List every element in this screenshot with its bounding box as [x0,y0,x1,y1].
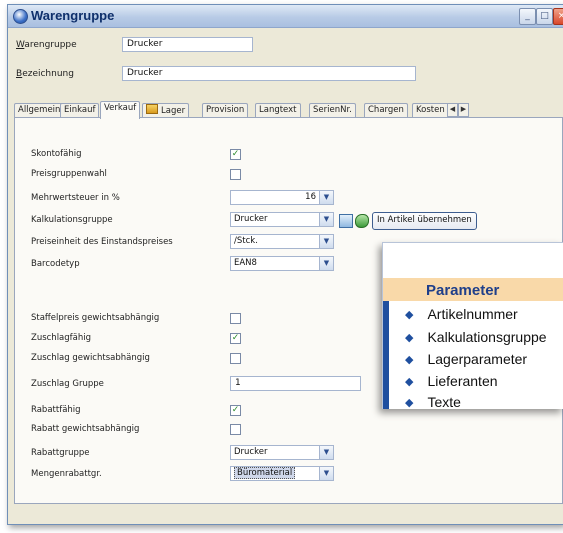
apply-to-articles-button[interactable]: In Artikel übernehmen [372,212,477,230]
diamond-bullet-icon: ◆ [405,397,414,409]
chevron-down-icon[interactable]: ▼ [319,257,333,270]
rabattfaehig-label: Rabattfähig [31,405,81,415]
warengruppe-label: Warengruppe [16,40,77,50]
tab-einkauf[interactable]: Einkauf [60,103,100,118]
list-item: ◆ Texte [405,394,461,409]
callout-edge [383,301,389,409]
list-item: ◆ Artikelnummer [405,306,518,322]
mwst-label: Mehrwertsteuer in % [31,193,120,203]
list-item: ◆ Lieferanten [405,373,498,389]
staffelpreis-label: Staffelpreis gewichtsabhängig [31,313,160,323]
zuschlag-gewicht-checkbox[interactable] [230,353,241,364]
tab-bar: Allgemein Einkauf Verkauf Lager Provisio… [14,101,563,119]
chevron-down-icon[interactable]: ▼ [319,467,333,480]
diamond-bullet-icon: ◆ [405,309,414,321]
tab-scroll-left-icon[interactable]: ◀ [447,103,458,117]
bezeichnung-input[interactable]: Drucker [122,66,416,81]
callout-title: Parameter [426,282,500,299]
chevron-down-icon[interactable]: ▼ [319,191,333,204]
minimize-button[interactable]: _ [519,8,536,25]
kalkulationsgruppe-select[interactable]: Drucker ▼ [230,212,334,227]
tab-langtext[interactable]: Langtext [255,103,301,118]
window-title: Warengruppe [31,8,115,23]
rabatt-gewicht-checkbox[interactable] [230,424,241,435]
bezeichnung-label: Bezeichnung [16,69,74,79]
tab-lager[interactable]: Lager [142,103,190,118]
rabatt-gewicht-label: Rabatt gewichtsabhängig [31,424,140,434]
rabattgruppe-label: Rabattgruppe [31,448,90,458]
mengenrabatt-label: Mengenrabattgr. [31,469,102,479]
app-icon [13,9,28,24]
zuschlag-gruppe-input[interactable]: 1 [230,376,361,391]
zuschlagfaehig-checkbox[interactable]: ✓ [230,333,241,344]
chevron-down-icon[interactable]: ▼ [319,235,333,248]
tab-chargen[interactable]: Chargen [364,103,408,118]
rabattfaehig-checkbox[interactable]: ✓ [230,405,241,416]
title-bar[interactable]: Warengruppe _ □ × [8,5,563,28]
copy-icon[interactable] [339,214,353,228]
tab-scroll-right-icon[interactable]: ▶ [458,103,469,117]
tab-allgemein[interactable]: Allgemein [14,103,65,118]
zuschlag-gewicht-label: Zuschlag gewichtsabhängig [31,353,150,363]
tab-kosten[interactable]: Kosten [412,103,449,118]
preisgruppenwahl-checkbox[interactable] [230,169,241,180]
money-icon[interactable] [355,214,369,228]
parameter-callout: Parameter ◆ Artikelnummer ◆ Kalkulationsgr… [382,242,563,409]
maximize-button[interactable]: □ [536,8,553,25]
preiseinheit-select[interactable]: /Stck. ▼ [230,234,334,249]
list-item: ◆ Kalkulationsgruppe [405,329,547,345]
zuschlagfaehig-label: Zuschlagfähig [31,333,92,343]
kalkulationsgruppe-label: Kalkulationsgruppe [31,215,113,225]
diamond-bullet-icon: ◆ [405,354,414,366]
tab-verkauf[interactable]: Verkauf [100,101,141,119]
skontofaehig-label: Skontofähig [31,149,82,159]
preiseinheit-label: Preiseinheit des Einstandspreises [31,237,173,247]
warengruppe-input[interactable]: Drucker [122,37,253,52]
tab-seriennr[interactable]: SerienNr. [309,103,356,118]
mwst-select[interactable]: 16 ▼ [230,190,334,205]
mengenrabatt-select[interactable]: Büromaterial ▼ [230,466,334,481]
chevron-down-icon[interactable]: ▼ [319,213,333,226]
staffelpreis-checkbox[interactable] [230,313,241,324]
list-item: ◆ Lagerparameter [405,351,528,367]
diamond-bullet-icon: ◆ [405,332,414,344]
chevron-down-icon[interactable]: ▼ [319,446,333,459]
diamond-bullet-icon: ◆ [405,376,414,388]
folder-icon [146,104,158,114]
preisgruppenwahl-label: Preisgruppenwahl [31,169,107,179]
barcodetyp-label: Barcodetyp [31,259,80,269]
tab-provision[interactable]: Provision [202,103,249,118]
barcodetyp-select[interactable]: EAN8 ▼ [230,256,334,271]
rabattgruppe-select[interactable]: Drucker ▼ [230,445,334,460]
close-button[interactable]: × [553,8,563,25]
skontofaehig-checkbox[interactable]: ✓ [230,149,241,160]
zuschlag-gruppe-label: Zuschlag Gruppe [31,379,104,389]
